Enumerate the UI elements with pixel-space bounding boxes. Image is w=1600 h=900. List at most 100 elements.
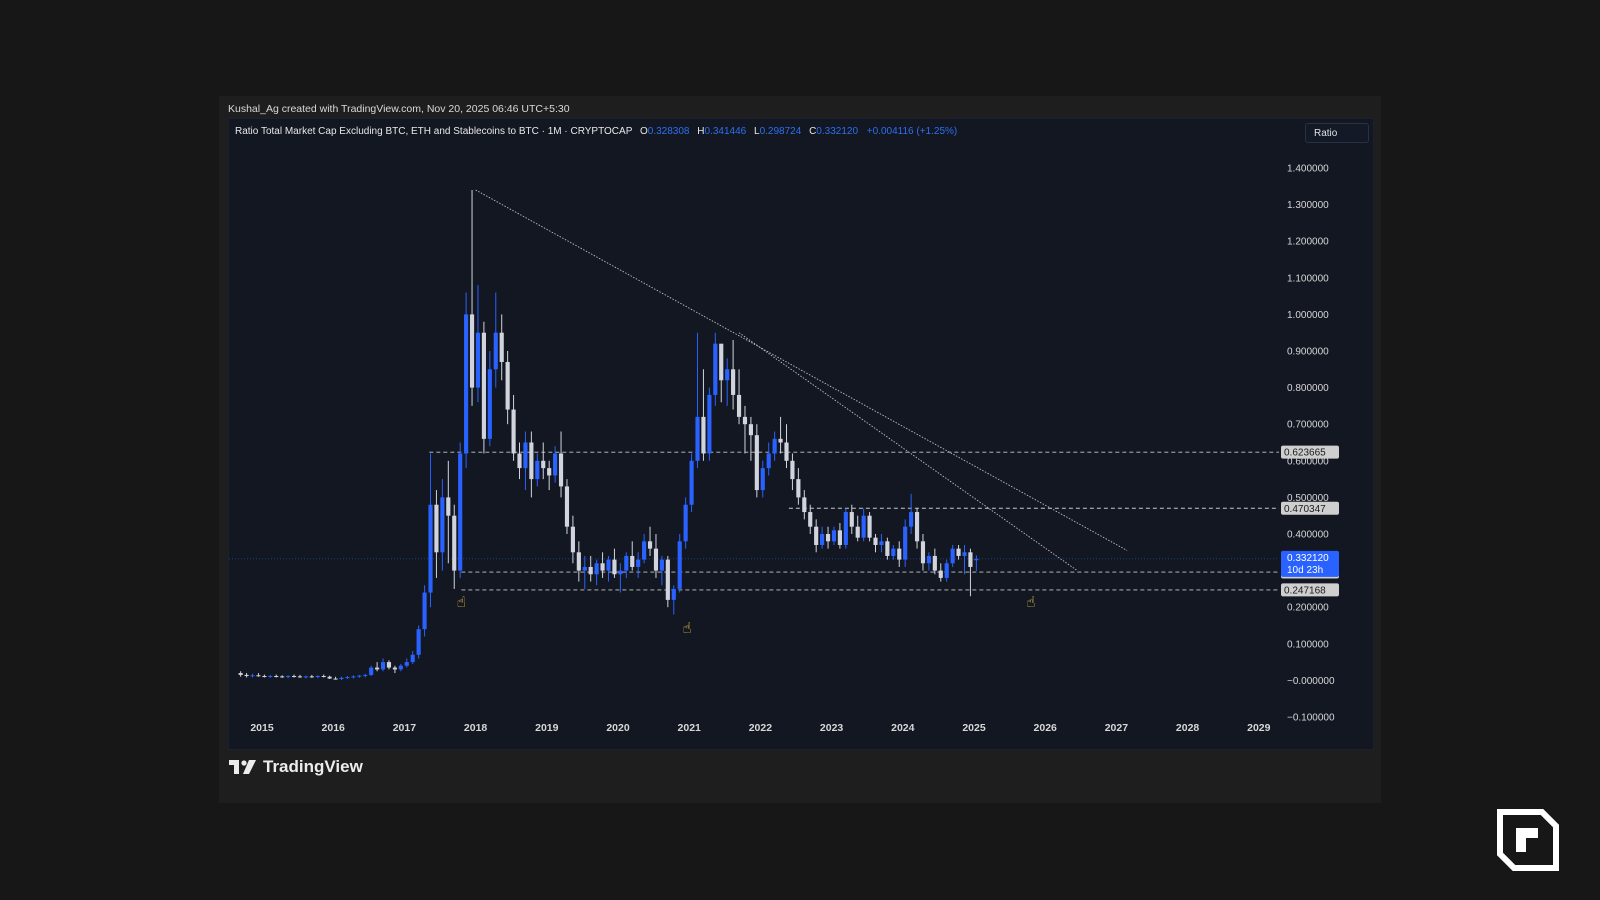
candle xyxy=(932,548,937,575)
candle xyxy=(416,625,421,659)
candle xyxy=(725,358,730,406)
candle xyxy=(897,541,902,567)
candle-body xyxy=(321,676,326,678)
level-price-label: 0.623665 xyxy=(1284,448,1326,459)
candle xyxy=(309,674,314,678)
candle xyxy=(553,446,558,483)
candle-body xyxy=(351,676,356,678)
candle-body xyxy=(333,678,338,680)
candle xyxy=(517,442,522,480)
candle-body xyxy=(363,674,368,676)
candle-body xyxy=(968,552,973,567)
x-tick-label: 2020 xyxy=(606,722,630,734)
x-tick-label: 2026 xyxy=(1034,722,1058,734)
candle-body xyxy=(315,676,320,678)
candle-body xyxy=(345,677,350,679)
candle-body xyxy=(653,548,659,571)
candle xyxy=(600,552,605,578)
trendline xyxy=(475,189,1128,551)
candle-body xyxy=(879,541,884,545)
candle-body xyxy=(725,369,730,381)
candle xyxy=(820,526,825,549)
candle-body xyxy=(885,541,890,556)
pointing-hand-icon: ☝ xyxy=(1026,593,1035,611)
x-tick-label: 2017 xyxy=(393,722,417,734)
candle xyxy=(505,351,510,425)
candle-body xyxy=(748,424,753,436)
candle-body xyxy=(731,369,736,395)
candle xyxy=(244,673,249,678)
candle-body xyxy=(487,369,492,439)
x-tick-label: 2015 xyxy=(250,722,274,734)
candle xyxy=(475,285,481,403)
candle xyxy=(796,468,801,505)
candle xyxy=(481,321,486,454)
candle xyxy=(701,369,706,461)
candle xyxy=(446,460,451,564)
candle xyxy=(268,674,273,678)
candle xyxy=(736,369,742,425)
candle-body xyxy=(458,453,463,571)
candle xyxy=(274,674,279,678)
candle-body xyxy=(339,677,344,679)
candle xyxy=(345,676,350,679)
candle-body xyxy=(375,667,380,670)
x-tick-label: 2019 xyxy=(535,722,559,734)
candle xyxy=(713,332,718,406)
candle xyxy=(873,534,878,553)
candle xyxy=(392,665,397,674)
last-price-label: 0.332120 xyxy=(1287,553,1329,564)
x-tick-label: 2025 xyxy=(962,722,986,734)
candle-body xyxy=(380,662,386,670)
candle-body xyxy=(713,343,718,395)
candle-body xyxy=(790,460,795,480)
candle-body xyxy=(932,555,937,571)
candle-body xyxy=(808,512,813,527)
candle-body xyxy=(897,548,902,560)
candle-body xyxy=(677,541,682,589)
candle-body xyxy=(873,537,878,545)
candle xyxy=(256,673,261,677)
y-tick-label: 1.200000 xyxy=(1287,237,1329,248)
candle-body xyxy=(719,343,724,381)
level-price-label: 0.470347 xyxy=(1284,504,1326,515)
candle-body xyxy=(250,675,255,677)
candle-body xyxy=(938,570,943,578)
candle-body xyxy=(464,314,469,454)
candlestick-chart[interactable]: ☝ ☝ ☝ 1.400000 1.300000 1.200000 1.100000 1.000… xyxy=(229,119,1373,749)
y-tick-label: 0.100000 xyxy=(1287,639,1329,650)
candle xyxy=(452,504,457,589)
candle xyxy=(493,292,498,388)
candle-body xyxy=(665,559,670,600)
candle xyxy=(790,453,795,491)
candle xyxy=(398,663,403,672)
y-tick-label: 0.400000 xyxy=(1287,530,1329,541)
trendline xyxy=(738,332,1078,571)
candle xyxy=(339,676,344,681)
candle xyxy=(885,537,890,560)
scale-mode-button[interactable]: Ratio xyxy=(1305,123,1369,143)
candle-body xyxy=(410,654,415,663)
candle xyxy=(760,460,765,498)
candle xyxy=(814,519,819,553)
candle-body xyxy=(944,563,949,578)
low-value: 0.298724 xyxy=(759,126,802,137)
x-tick-label: 2029 xyxy=(1247,722,1271,734)
candle xyxy=(321,674,326,678)
candle xyxy=(665,555,670,608)
candle-body xyxy=(820,534,825,545)
candle xyxy=(458,442,463,578)
chart-area[interactable]: ☝ ☝ ☝ 1.400000 1.300000 1.200000 1.100000 1.000… xyxy=(228,118,1374,750)
candle-body xyxy=(481,332,486,439)
candle xyxy=(784,424,789,469)
candle-body xyxy=(618,570,623,575)
candle xyxy=(428,453,433,608)
candle xyxy=(671,585,676,615)
candle-body xyxy=(244,674,249,677)
candle xyxy=(944,559,949,582)
candle-body xyxy=(909,512,914,527)
candle-body xyxy=(404,662,409,666)
candle-body xyxy=(914,512,920,542)
candle-body xyxy=(772,438,777,454)
candle xyxy=(778,416,783,454)
